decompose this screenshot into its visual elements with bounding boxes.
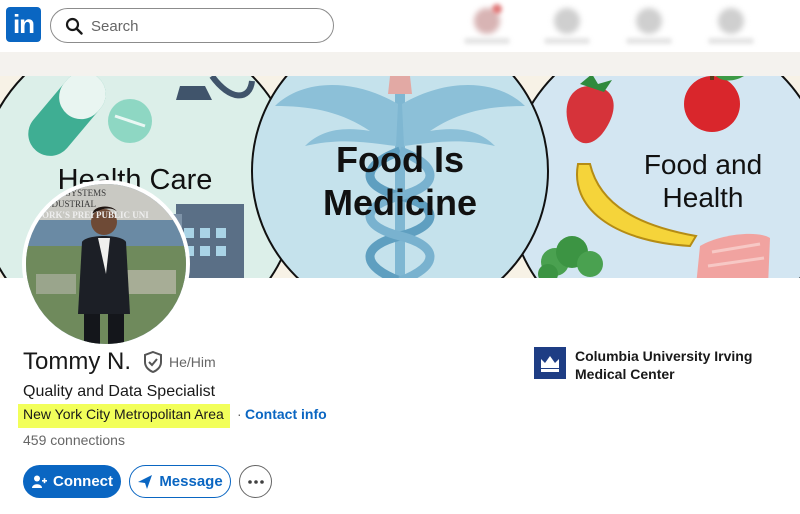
more-horizontal-icon [247, 479, 264, 484]
connect-label: Connect [53, 473, 113, 490]
verified-shield-icon[interactable] [143, 351, 163, 373]
profile-name: Tommy N. [23, 348, 131, 375]
banner-right-title: Food and Health [643, 149, 763, 213]
message-button[interactable]: Message [129, 465, 231, 498]
nav-item-blurred[interactable] [462, 4, 512, 48]
profile-headline: Quality and Data Specialist [23, 383, 216, 400]
add-person-icon [32, 475, 47, 488]
linkedin-logo-icon[interactable]: in [6, 7, 41, 42]
contact-info-link[interactable]: Contact info [245, 406, 327, 422]
current-company[interactable]: Columbia University Irving Medical Cente… [534, 346, 784, 386]
page-background-strip [0, 52, 800, 76]
top-navigation-bar: in [0, 0, 800, 52]
message-label: Message [159, 473, 223, 490]
send-icon [138, 474, 153, 489]
nav-item-blurred[interactable] [624, 4, 674, 48]
company-name: Columbia University Irving Medical Cente… [575, 348, 753, 382]
connections-count[interactable]: 459 connections [23, 432, 125, 448]
profile-avatar[interactable]: ITON SYSTEMS INDUSTRIAL ORK'S PREI PUBLI… [22, 180, 190, 348]
search-box[interactable] [50, 8, 334, 43]
search-icon [65, 17, 83, 35]
profile-location: New York City Metropolitan Area [18, 404, 230, 428]
avatar-sign-text: ITON SYSTEMS INDUSTRIAL ORK'S PREI PUBLI… [42, 188, 149, 220]
columbia-crown-logo-icon [534, 347, 566, 379]
nav-item-blurred[interactable] [706, 4, 756, 48]
location-separator: · [237, 406, 242, 422]
connect-button[interactable]: Connect [23, 465, 121, 498]
profile-pronouns: He/Him [169, 354, 216, 370]
nav-item-blurred[interactable] [542, 4, 592, 48]
banner-center-title: Food Is Medicine [322, 139, 478, 223]
more-actions-button[interactable] [239, 465, 272, 498]
search-input[interactable] [91, 16, 321, 36]
